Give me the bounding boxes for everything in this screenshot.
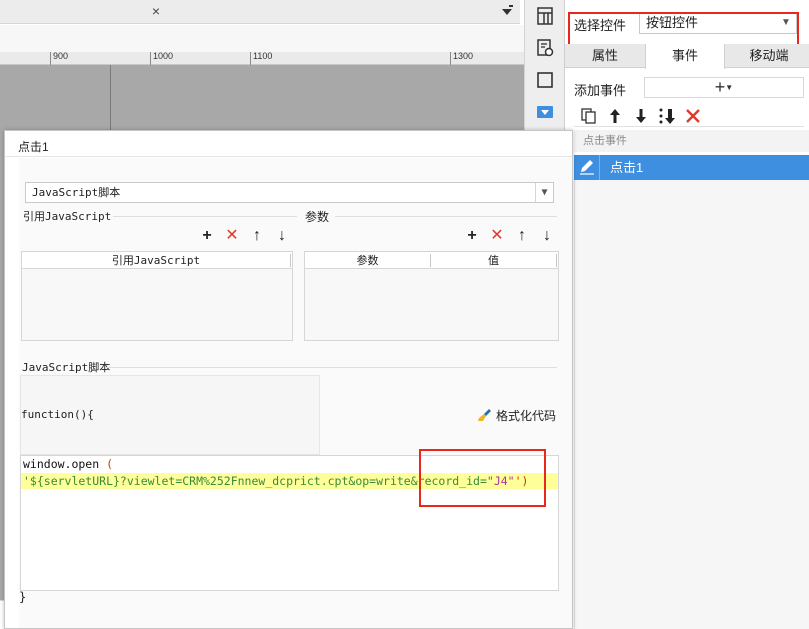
- code-line: window.open (: [23, 457, 113, 471]
- tab-dropdown-icon[interactable]: [500, 4, 514, 18]
- js-script-section-label: JavaScript脚本: [22, 361, 111, 374]
- delete-icon[interactable]: ✕: [224, 227, 240, 245]
- tab-properties[interactable]: 属性: [565, 44, 645, 68]
- code-token: window.open: [23, 457, 107, 471]
- event-toolbar: [574, 105, 804, 127]
- add-icon[interactable]: +: [199, 227, 215, 245]
- section-divider: [105, 367, 557, 368]
- param-name-column-header: 参数: [356, 254, 379, 267]
- format-code-label: 格式化代码: [496, 409, 557, 423]
- combo-widget-icon[interactable]: [535, 102, 555, 122]
- event-type-select[interactable]: JavaScript脚本 ▼: [25, 182, 554, 203]
- column-separator: [556, 254, 557, 267]
- copy-icon[interactable]: [579, 106, 599, 126]
- section-divider: [113, 216, 297, 217]
- ruler-tick: 1100: [250, 52, 272, 65]
- ref-js-table-header: 引用JavaScript: [22, 252, 292, 269]
- params-section-label: 参数: [305, 210, 330, 224]
- layout-grid-icon[interactable]: [535, 6, 555, 26]
- event-item-label: 点击1: [610, 160, 644, 175]
- code-token: '${servletURL}?viewlet=CRM%252Fnnew_dcpr…: [23, 474, 487, 488]
- canvas-guide-line: [110, 65, 111, 130]
- move-down-icon[interactable]: ↓: [539, 227, 555, 245]
- move-up-icon[interactable]: [605, 106, 625, 126]
- annotation-highlight-box: [568, 12, 799, 47]
- tab-mobile[interactable]: 移动端: [729, 44, 809, 68]
- tab-close-icon[interactable]: ×: [148, 3, 164, 19]
- dialog-titlebar: [5, 131, 572, 157]
- move-down-icon[interactable]: [631, 106, 651, 126]
- dialog-title: 点击1: [18, 140, 49, 154]
- ruler-tick: 1000: [150, 52, 173, 65]
- function-closing-brace: }: [19, 590, 27, 604]
- move-up-icon[interactable]: ↑: [249, 227, 265, 245]
- code-token: (: [106, 457, 114, 471]
- canvas-header-area: [0, 25, 524, 52]
- tab-events[interactable]: 事件: [645, 44, 725, 69]
- dropdown-arrow-icon: ▼: [725, 83, 734, 92]
- params-table[interactable]: 参数 值: [304, 251, 559, 341]
- move-to-bottom-icon[interactable]: [657, 106, 677, 126]
- widget-settings-icon[interactable]: [535, 38, 555, 58]
- chevron-down-icon[interactable]: ▼: [535, 183, 553, 202]
- event-list-area: [574, 180, 809, 629]
- add-event-label: 添加事件: [574, 83, 627, 98]
- section-divider: [335, 216, 557, 217]
- event-type-value: JavaScript脚本: [32, 186, 121, 199]
- properties-panel: 选择控件 按钮控件 ▼ 属性 事件 移动端 添加事件 +▼ 点击事件 点击1: [564, 0, 809, 629]
- delete-icon[interactable]: [683, 106, 703, 126]
- ref-js-column-header: 引用JavaScript: [111, 254, 201, 267]
- add-icon[interactable]: +: [464, 227, 480, 245]
- editor-tab-strip: [0, 0, 520, 24]
- format-code-button[interactable]: 格式化代码: [477, 407, 556, 424]
- function-header-text: function(){: [21, 408, 94, 421]
- param-value-column-header: 值: [488, 254, 499, 267]
- column-separator: [290, 254, 291, 267]
- ruler-tick: 900: [50, 52, 68, 65]
- panel-tabs: 属性 事件 移动端: [565, 44, 809, 69]
- ref-js-toolbar: + ✕ ↑ ↓: [199, 227, 294, 245]
- frame-icon[interactable]: [535, 70, 555, 90]
- ref-js-table[interactable]: 引用JavaScript: [21, 251, 293, 341]
- ref-js-section-label: 引用JavaScript: [23, 210, 112, 223]
- params-toolbar: + ✕ ↑ ↓: [464, 227, 559, 245]
- event-list-item[interactable]: 点击1: [574, 155, 809, 180]
- ruler-tick: 1300: [450, 52, 473, 65]
- broom-icon: [477, 408, 493, 422]
- params-table-header: 参数 值: [305, 252, 558, 269]
- move-up-icon[interactable]: ↑: [514, 227, 530, 245]
- horizontal-ruler: 900 1000 1100 1300: [0, 52, 524, 65]
- plus-icon: +: [714, 77, 726, 97]
- event-group-header[interactable]: 点击事件: [574, 130, 809, 152]
- add-event-button[interactable]: +▼: [644, 77, 804, 98]
- delete-icon[interactable]: ✕: [489, 227, 505, 245]
- move-down-icon[interactable]: ↓: [274, 227, 290, 245]
- event-edit-dialog: 点击1 JavaScript脚本 ▼ 引用JavaScript + ✕ ↑ ↓ …: [4, 130, 573, 629]
- edit-pencil-icon[interactable]: [574, 155, 600, 180]
- annotation-highlight-box: [419, 449, 546, 507]
